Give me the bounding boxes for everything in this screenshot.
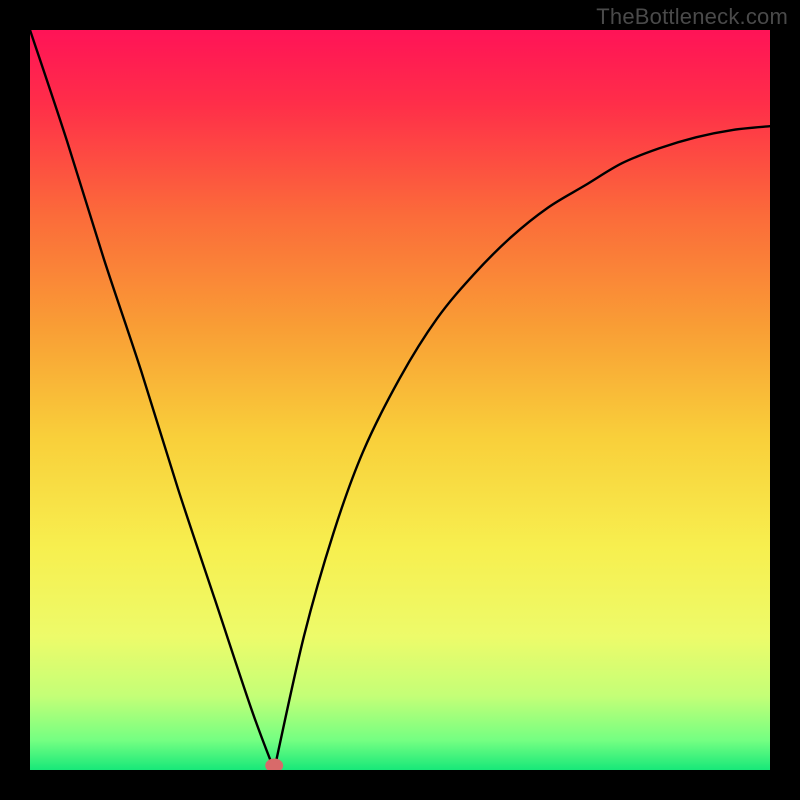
chart-background bbox=[30, 30, 770, 770]
bottleneck-chart bbox=[30, 30, 770, 770]
chart-svg bbox=[30, 30, 770, 770]
watermark-text: TheBottleneck.com bbox=[596, 4, 788, 30]
